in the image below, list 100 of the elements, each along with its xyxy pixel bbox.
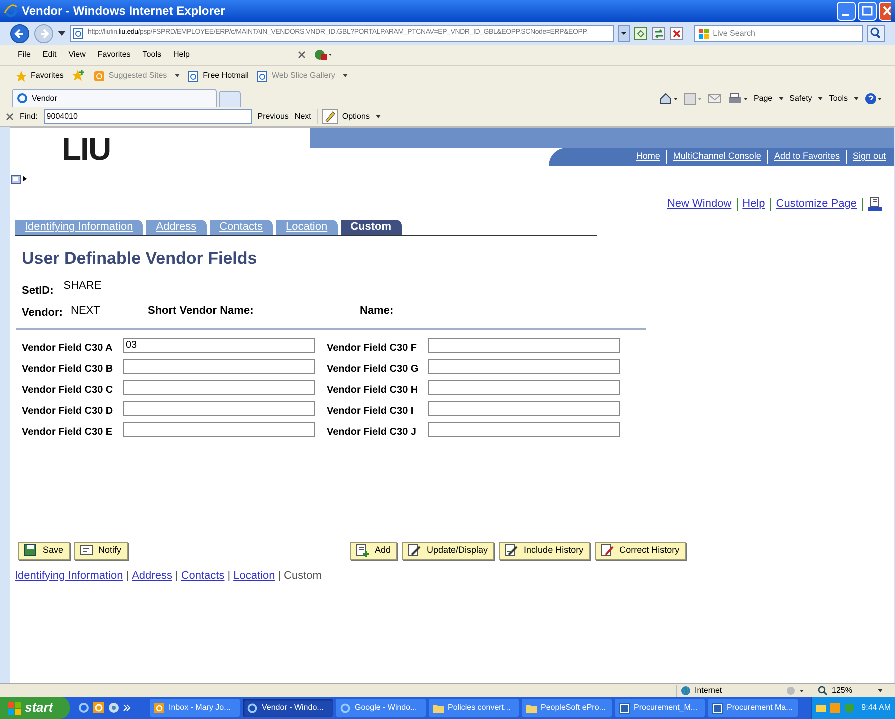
menu-item[interactable]: File — [18, 49, 31, 61]
dropdown-arrow-icon[interactable] — [878, 688, 883, 692]
browser-logo-icon — [247, 702, 258, 714]
taskbar-button[interactable]: Policies convert... — [429, 699, 519, 717]
text-field[interactable] — [428, 380, 620, 395]
taskbar-button[interactable]: Inbox - Mary Jo... — [150, 699, 240, 717]
options-button[interactable]: Options — [317, 109, 370, 124]
page-link[interactable]: New Window — [667, 196, 732, 212]
field-label: Vendor Field C30 H — [327, 384, 420, 398]
text-field[interactable] — [428, 338, 620, 353]
start-button[interactable]: start — [0, 697, 70, 719]
command-menu[interactable]: Tools — [829, 93, 848, 105]
field-label: Vendor Field C30 D — [22, 405, 114, 419]
taskbar-button[interactable]: Google - Windo... — [336, 699, 426, 717]
add-favorite-icon[interactable] — [72, 70, 86, 82]
favorites-button[interactable]: Favorites — [16, 70, 64, 82]
home-icon[interactable] — [660, 93, 678, 105]
text-field[interactable] — [123, 401, 315, 416]
minimize-icon[interactable] — [837, 2, 856, 20]
compatibility-icon[interactable] — [634, 26, 648, 40]
text-field[interactable] — [123, 380, 315, 395]
find-button[interactable]: Next — [294, 110, 312, 122]
back-icon[interactable] — [10, 24, 30, 44]
find-button[interactable]: Previous — [258, 110, 289, 122]
document-icon — [619, 702, 630, 714]
menu-item[interactable]: View — [68, 49, 86, 61]
text-field[interactable] — [123, 359, 315, 374]
dropdown-arrow-icon[interactable] — [175, 74, 180, 78]
taskbar-button[interactable]: Procurement_M... — [615, 699, 705, 717]
page-icon — [73, 28, 84, 39]
menu-item[interactable]: Favorites — [98, 49, 131, 61]
footer-link[interactable]: Location — [234, 568, 276, 584]
header-link[interactable]: MultiChannel Console — [666, 150, 768, 164]
page-link[interactable]: Help — [742, 196, 766, 212]
header-link[interactable]: Add to Favorites — [767, 150, 846, 164]
menu-item[interactable]: Tools — [142, 49, 162, 61]
note-icon — [80, 544, 94, 557]
page-tab[interactable]: Custom — [340, 220, 402, 235]
refresh-icon[interactable] — [652, 26, 666, 40]
dropdown-arrow-icon[interactable] — [818, 97, 824, 101]
close-icon[interactable] — [298, 51, 306, 59]
globe-icon — [681, 686, 691, 696]
zoom-level[interactable]: 125% — [818, 684, 878, 696]
dropdown-arrow-icon[interactable] — [854, 97, 859, 101]
suggested-sites-icon — [94, 70, 105, 82]
menu-item[interactable]: Edit — [42, 49, 57, 61]
action-button[interactable]: Include History — [499, 542, 590, 560]
page-heading: User Definable Vendor Fields — [22, 248, 258, 270]
search-icon[interactable] — [867, 25, 885, 42]
http-link-icon[interactable] — [868, 197, 882, 211]
text-field[interactable]: 03 — [123, 338, 315, 353]
play-arrow-icon[interactable] — [23, 176, 27, 182]
command-menu[interactable]: Page — [754, 93, 773, 105]
dropdown-arrow-icon[interactable] — [58, 30, 66, 36]
text-field[interactable] — [123, 422, 315, 437]
dropdown-arrow-icon[interactable] — [778, 97, 784, 101]
field-value: SHARE — [64, 279, 102, 294]
browser-logo-icon[interactable] — [78, 702, 90, 714]
dropdown-arrow-icon[interactable] — [376, 114, 381, 118]
chevron-icon[interactable] — [123, 704, 131, 712]
page-icon — [188, 70, 200, 82]
find-field[interactable]: 9004010 — [44, 109, 252, 124]
text-field[interactable] — [428, 422, 620, 437]
menu-item[interactable]: Help — [173, 49, 190, 61]
text-field[interactable] — [428, 401, 620, 416]
feeds-icon[interactable] — [684, 93, 702, 105]
favorites-link[interactable]: Free Hotmail — [188, 70, 249, 82]
menu-toggle-icon[interactable] — [11, 174, 21, 184]
close-icon[interactable] — [6, 112, 14, 120]
maximize-icon[interactable] — [858, 2, 877, 20]
action-button[interactable]: Correct History — [594, 542, 686, 560]
taskbar-button[interactable]: PeopleSoft ePro... — [522, 699, 612, 717]
printer-icon[interactable] — [728, 93, 748, 105]
search-field[interactable]: Live Search — [713, 26, 858, 41]
footer-link[interactable]: Contacts — [181, 568, 225, 584]
header-link[interactable]: Sign out — [846, 150, 892, 164]
page-link[interactable]: Customize Page — [776, 196, 857, 212]
text-field[interactable] — [428, 359, 620, 374]
browser-logo-icon — [340, 702, 351, 714]
document-pen-icon — [505, 544, 520, 557]
header-link[interactable]: Home — [630, 150, 666, 164]
action-button[interactable]: Notify — [74, 542, 128, 560]
taskbar-button[interactable]: Vendor - Windo... — [243, 699, 333, 717]
help-icon[interactable] — [865, 93, 883, 105]
field-label: SetID: — [22, 284, 54, 299]
footer-link[interactable]: Address — [132, 568, 172, 584]
action-button[interactable]: Update/Display — [402, 542, 494, 560]
dropdown-arrow-icon[interactable] — [343, 74, 348, 78]
clock: 9:44 AM — [862, 702, 891, 714]
action-button[interactable]: Add — [350, 542, 398, 560]
window-title: Vendor - Windows Internet Explorer — [22, 3, 226, 20]
action-button[interactable]: Save — [18, 542, 70, 560]
stop-icon[interactable] — [670, 26, 684, 40]
search-box[interactable]: Live Search — [694, 25, 863, 42]
browser-logo-icon — [17, 93, 28, 104]
taskbar-button[interactable]: Procurement Ma... — [708, 699, 798, 717]
browser-tab[interactable]: Vendor — [12, 89, 217, 107]
star-icon — [16, 70, 27, 82]
command-menu[interactable]: Safety — [790, 93, 812, 105]
footer-link[interactable]: Identifying Information — [15, 568, 124, 584]
